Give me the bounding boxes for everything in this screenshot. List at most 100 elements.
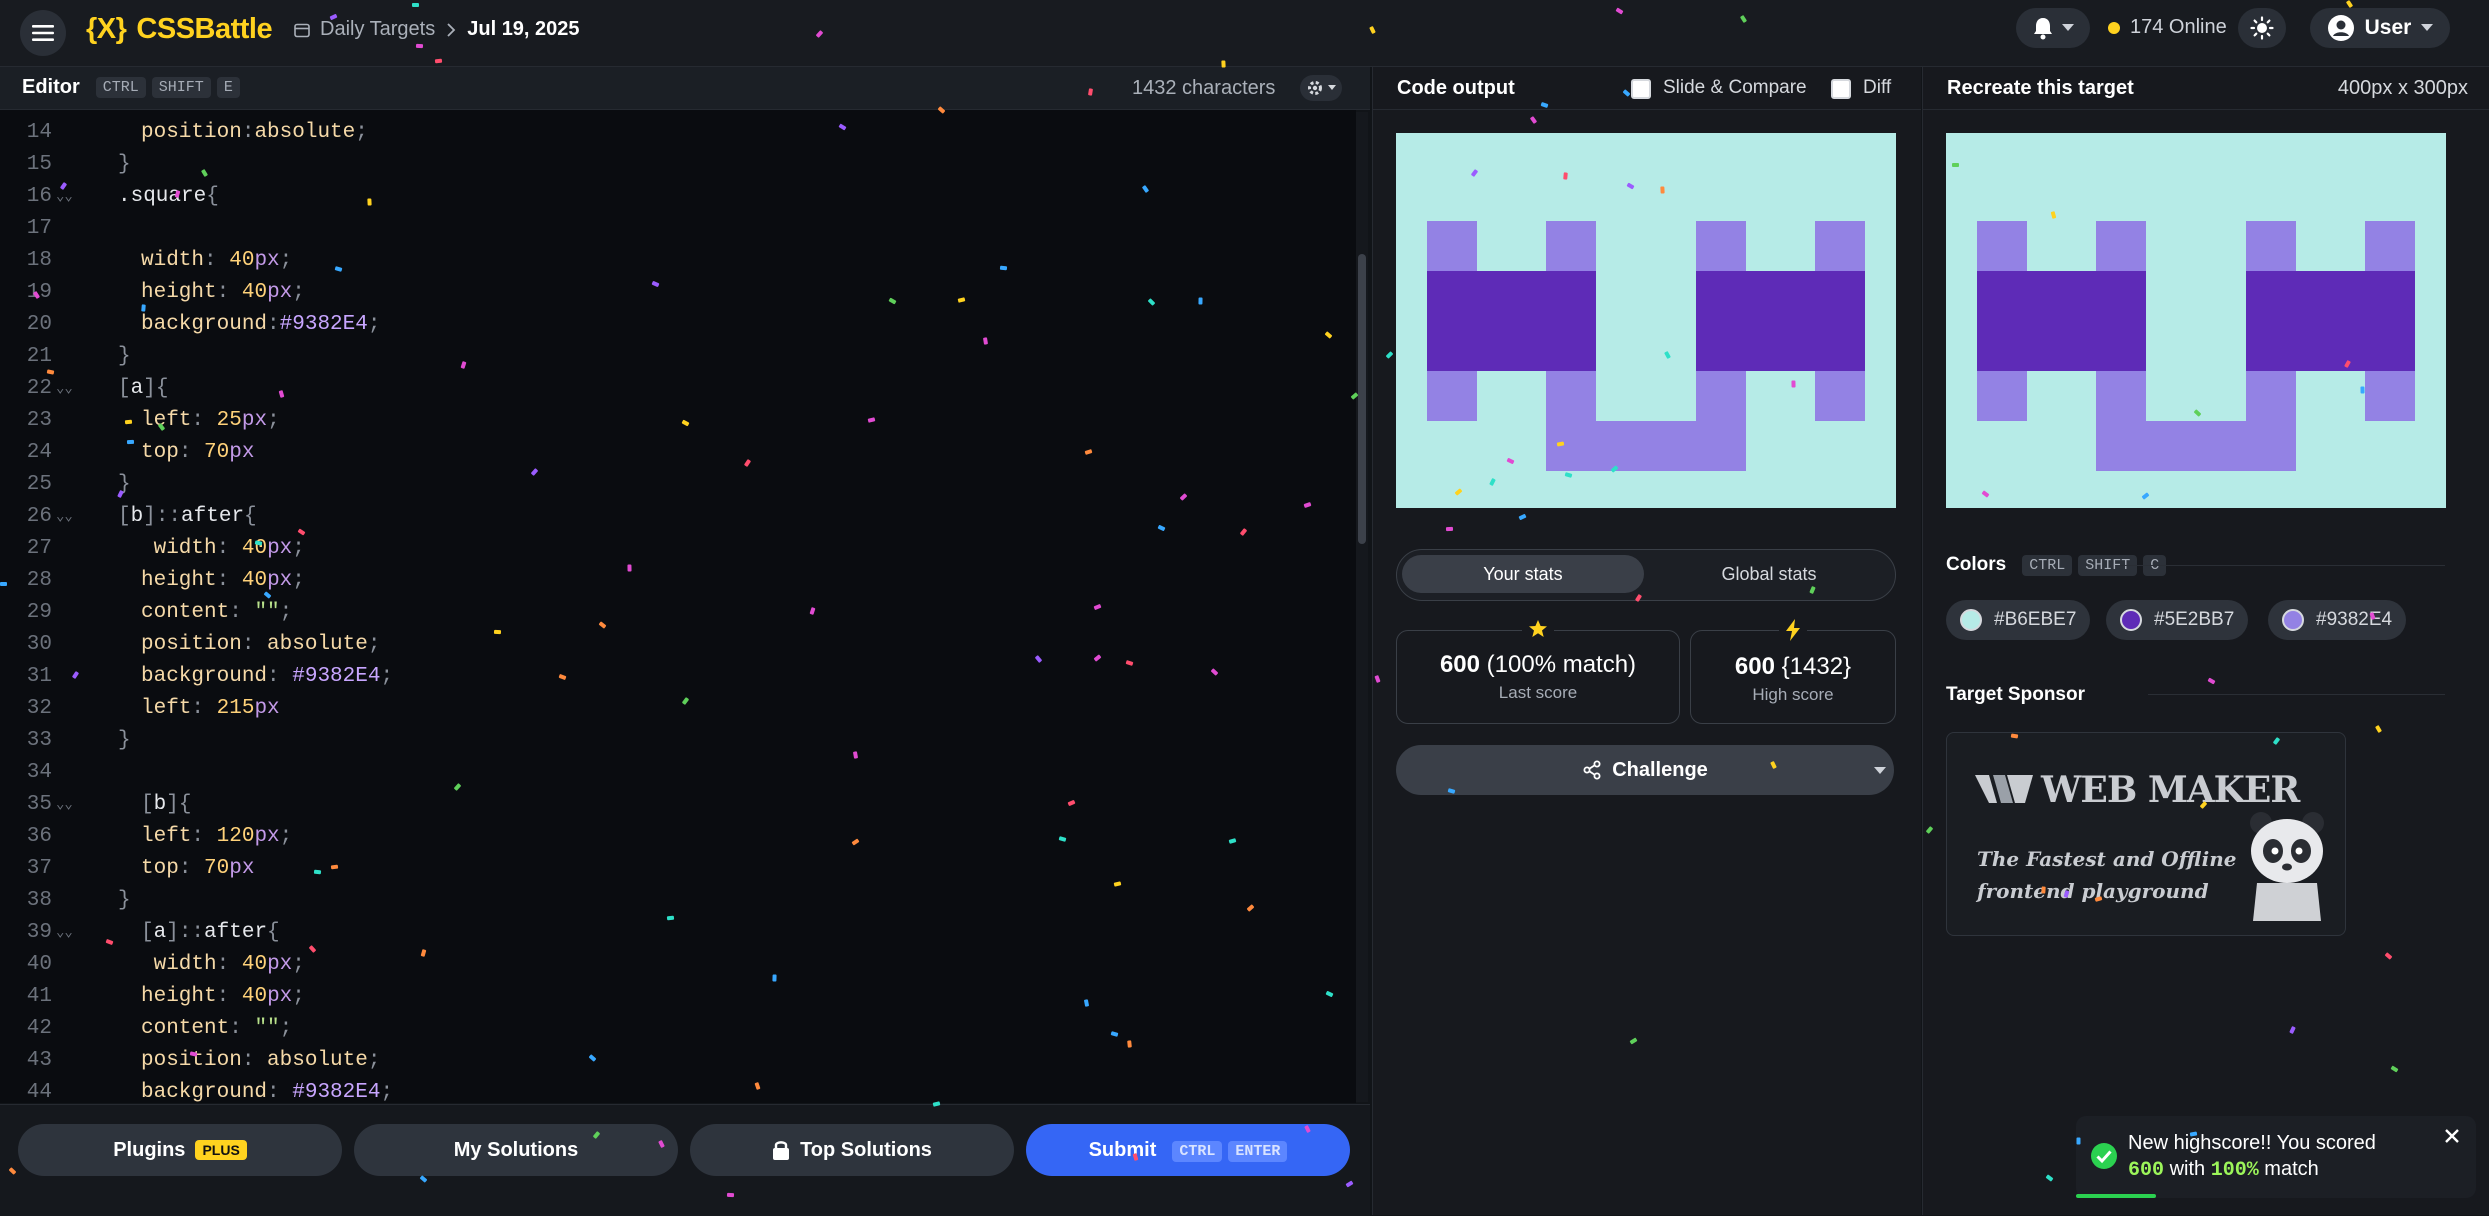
code-line[interactable]: 39 ⌄⌄ [a]::after{ [0, 917, 1356, 949]
online-indicator: 174 Online [2108, 16, 2227, 39]
last-score-card: 600 (100% match) Last score [1396, 619, 1680, 724]
user-menu[interactable]: User [2310, 8, 2450, 48]
code-token: absolute [267, 1049, 368, 1072]
code-line[interactable]: 38} [0, 885, 1356, 917]
editor-settings-button[interactable] [1300, 75, 1342, 101]
color-chip[interactable]: #5E2BB7 [2106, 600, 2249, 640]
lightning-icon [1779, 619, 1807, 647]
code-line[interactable]: 20 background:#9382E4; [0, 309, 1356, 341]
plugins-button[interactable]: Plugins PLUS [18, 1124, 342, 1176]
code-token: #9382E4 [279, 313, 368, 336]
diff-checkbox[interactable] [1831, 79, 1851, 99]
code-line[interactable]: 37 top: 70px [0, 853, 1356, 885]
my-solutions-button[interactable]: My Solutions [354, 1124, 678, 1176]
code-line[interactable]: 36 left: 120px; [0, 821, 1356, 853]
code-line[interactable]: 24 top: 70px [0, 437, 1356, 469]
code-token: height [141, 281, 217, 304]
logo[interactable]: {X} CSSBattle [86, 13, 273, 46]
code-token: ; [367, 1049, 381, 1072]
code-token: "" [254, 1017, 280, 1040]
target-canvas[interactable] [1946, 133, 2446, 508]
theme-toggle[interactable] [2238, 8, 2286, 48]
tab-global-stats[interactable]: Global stats [1648, 555, 1890, 593]
code-text: } [118, 469, 131, 501]
code-line[interactable]: 33} [0, 725, 1356, 757]
code-line[interactable]: 44 background: #9382E4; [0, 1077, 1356, 1103]
shape-dark-block [1696, 271, 1865, 371]
code-line[interactable]: 34 [0, 757, 1356, 789]
color-hex: #9382E4 [2316, 609, 2393, 630]
close-icon[interactable] [2444, 1128, 2460, 1144]
code-token: [ [141, 921, 154, 944]
code-text: background: #9382E4; [141, 661, 393, 693]
code-token: position [141, 121, 242, 144]
color-chip[interactable]: #9382E4 [2268, 600, 2407, 640]
code-line[interactable]: 42 content: ""; [0, 1013, 1356, 1045]
code-token: ]:: [166, 921, 205, 944]
sponsor-card[interactable]: WEB MAKER The Fastest and Offline fronte… [1946, 732, 2346, 936]
fold-toggle-icon[interactable]: ⌄⌄ [56, 181, 73, 213]
top-solutions-button[interactable]: Top Solutions [690, 1124, 1014, 1176]
code-line[interactable]: 17 [0, 213, 1356, 245]
code-line[interactable]: 21} [0, 341, 1356, 373]
code-line[interactable]: 30 position: absolute; [0, 629, 1356, 661]
code-line[interactable]: 32 left: 215px [0, 693, 1356, 725]
code-line[interactable]: 16 ⌄⌄ .square{ [0, 181, 1356, 213]
code-token: } [118, 345, 131, 368]
chevron-down-icon[interactable] [1874, 767, 1886, 775]
divider [2120, 565, 2445, 566]
code-line[interactable]: 19 height: 40px; [0, 277, 1356, 309]
code-line[interactable]: 26 ⌄⌄ [b]::after{ [0, 501, 1356, 533]
kbd-key: CTRL [95, 77, 146, 98]
code-line[interactable]: 15} [0, 149, 1356, 181]
code-line[interactable]: 14 position:absolute; [0, 117, 1356, 149]
color-chip[interactable]: #B6EBE7 [1946, 600, 2091, 640]
code-line[interactable]: 40 width: 40px; [0, 949, 1356, 981]
breadcrumb-section[interactable]: Daily Targets [320, 18, 435, 41]
line-number: 44 [26, 1081, 52, 1103]
top-bar: {X} CSSBattle Daily Targets Jul 19, 2025… [0, 0, 2489, 67]
slide-compare-checkbox[interactable] [1631, 79, 1651, 99]
code-text: .square{ [118, 181, 219, 213]
editor-scroll-thumb[interactable] [1358, 254, 1366, 544]
code-line[interactable]: 43 position: absolute; [0, 1045, 1356, 1077]
code-token: ; [267, 409, 280, 432]
fold-toggle-icon[interactable]: ⌄⌄ [56, 501, 73, 533]
challenge-label: Challenge [1612, 758, 1708, 781]
code-token: background [141, 1081, 268, 1103]
code-token: : [191, 409, 217, 432]
code-output-header: Code output Slide & Compare Diff [1373, 67, 1921, 110]
fold-toggle-icon[interactable]: ⌄⌄ [56, 789, 73, 821]
code-token: : [241, 1049, 268, 1072]
line-number: 15 [26, 153, 52, 176]
kbd-key: ENTER [1228, 1141, 1288, 1162]
submit-button[interactable]: Submit CTRL ENTER [1026, 1124, 1350, 1176]
code-line[interactable]: 22 ⌄⌄ [a]{ [0, 373, 1356, 405]
code-line[interactable]: 29 content: ""; [0, 597, 1356, 629]
code-editor[interactable]: 14 position:absolute; 15} 16 ⌄⌄ .square{17 18 w… [0, 110, 1356, 1103]
code-token: ; [279, 825, 293, 848]
slide-compare-label: Slide & Compare [1663, 77, 1807, 98]
code-text: width: 40px; [141, 949, 305, 981]
code-line[interactable]: 27 width: 40px; [0, 533, 1356, 565]
notifications-button[interactable] [2016, 8, 2090, 48]
line-number: 29 [26, 601, 52, 624]
menu-button[interactable] [20, 10, 66, 56]
code-text: } [118, 341, 131, 373]
code-line[interactable]: 25} [0, 469, 1356, 501]
output-canvas[interactable] [1396, 133, 1896, 508]
code-line[interactable]: 18 width: 40px; [0, 245, 1356, 277]
code-line[interactable]: 23 left: 25px; [0, 405, 1356, 437]
code-line[interactable]: 41 height: 40px; [0, 981, 1356, 1013]
code-token: [ [141, 793, 154, 816]
code-line[interactable]: 35 ⌄⌄ [b]{ [0, 789, 1356, 821]
code-token: absolute [267, 633, 368, 656]
fold-toggle-icon[interactable]: ⌄⌄ [56, 373, 73, 405]
code-line[interactable]: 28 height: 40px; [0, 565, 1356, 597]
code-token: [ [118, 377, 131, 400]
fold-toggle-icon[interactable]: ⌄⌄ [56, 917, 73, 949]
challenge-button[interactable]: Challenge [1396, 745, 1894, 795]
code-line[interactable]: 31 background: #9382E4; [0, 661, 1356, 693]
high-score-card: 600 {1432} High score [1690, 619, 1896, 724]
tab-your-stats[interactable]: Your stats [1402, 555, 1644, 593]
